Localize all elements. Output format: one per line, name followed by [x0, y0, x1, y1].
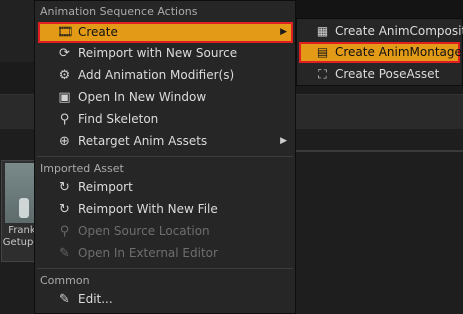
reimport-icon: ↻ [59, 180, 70, 195]
source-location-icon: ⚲ [59, 224, 70, 239]
menu-item-label: Retarget Anim Assets [78, 134, 208, 148]
external-editor-icon: ✎ [59, 246, 70, 261]
submenu-item-create-poseasset[interactable]: ⛶ Create PoseAsset [299, 64, 460, 85]
menu-item-label: Edit... [78, 292, 113, 306]
menu-item-open-in-new-window[interactable]: ▣ Open In New Window [38, 87, 293, 108]
toolbar-strip [0, 0, 38, 62]
anim-composite-icon: ▦ [316, 24, 329, 38]
retarget-icon: ⊕ [59, 134, 70, 149]
section-header-imported-asset: Imported Asset [40, 162, 124, 175]
submenu-item-label: Create AnimComposite [335, 24, 463, 38]
submenu-arrow-icon: ▶ [280, 27, 287, 37]
menu-item-retarget-anim-assets[interactable]: ⊕ Retarget Anim Assets ▶ [38, 131, 293, 152]
menu-separator [37, 156, 293, 157]
open-window-icon: ▣ [58, 90, 71, 105]
submenu-item-label: Create AnimMontage [335, 45, 462, 59]
menu-item-edit[interactable]: ✎ Edit... [38, 289, 293, 310]
content-divider [296, 150, 463, 152]
menu-item-find-skeleton[interactable]: ⚲ Find Skeleton [38, 109, 293, 130]
menu-item-label: Find Skeleton [78, 112, 159, 126]
create-anim-icon: 🎞 [57, 25, 74, 40]
edit-icon: ✎ [59, 292, 70, 307]
submenu-item-create-animcomposite[interactable]: ▦ Create AnimComposite [299, 21, 463, 42]
menu-item-label: Add Animation Modifier(s) [78, 68, 235, 82]
anim-montage-icon: ▤ [316, 45, 329, 59]
character-figure-icon [19, 198, 29, 218]
section-header-animation-sequence-actions: Animation Sequence Actions [40, 5, 198, 18]
menu-item-create[interactable]: 🎞 Create ▶ [38, 22, 293, 43]
menu-item-label: Open Source Location [78, 224, 210, 238]
reimport-new-file-icon: ↻ [59, 202, 70, 217]
menu-item-label: Reimport With New File [78, 202, 218, 216]
context-menu: Animation Sequence Actions 🎞 Create ▶ ⟳ … [34, 0, 296, 314]
section-header-common: Common [40, 274, 90, 287]
menu-item-open-in-external-editor: ✎ Open In External Editor [38, 243, 293, 264]
menu-item-label: Open In External Editor [78, 246, 218, 260]
menu-separator [37, 268, 293, 269]
menu-item-reimport[interactable]: ↻ Reimport [38, 177, 293, 198]
animation-modifier-icon: ⚙ [58, 68, 71, 83]
pose-asset-icon: ⛶ [318, 67, 327, 81]
menu-item-label: Reimport [78, 180, 133, 194]
find-skeleton-icon: ⚲ [59, 112, 70, 127]
reimport-new-source-icon: ⟳ [59, 46, 70, 61]
submenu-item-create-animmontage[interactable]: ▤ Create AnimMontage [299, 42, 462, 63]
create-submenu: ▦ Create AnimComposite ▤ Create AnimMont… [296, 18, 463, 86]
submenu-item-label: Create PoseAsset [335, 67, 440, 81]
menu-item-reimport-with-new-file[interactable]: ↻ Reimport With New File [38, 199, 293, 220]
menu-item-label: Reimport with New Source [78, 46, 238, 60]
menu-item-label: Create [78, 25, 118, 39]
menu-item-add-animation-modifiers[interactable]: ⚙ Add Animation Modifier(s) [38, 65, 293, 86]
menu-item-label: Open In New Window [78, 90, 207, 104]
menu-item-reimport-with-new-source[interactable]: ⟳ Reimport with New Source [38, 43, 293, 64]
menu-item-open-source-location: ⚲ Open Source Location [38, 221, 293, 242]
submenu-arrow-icon: ▶ [280, 136, 287, 146]
